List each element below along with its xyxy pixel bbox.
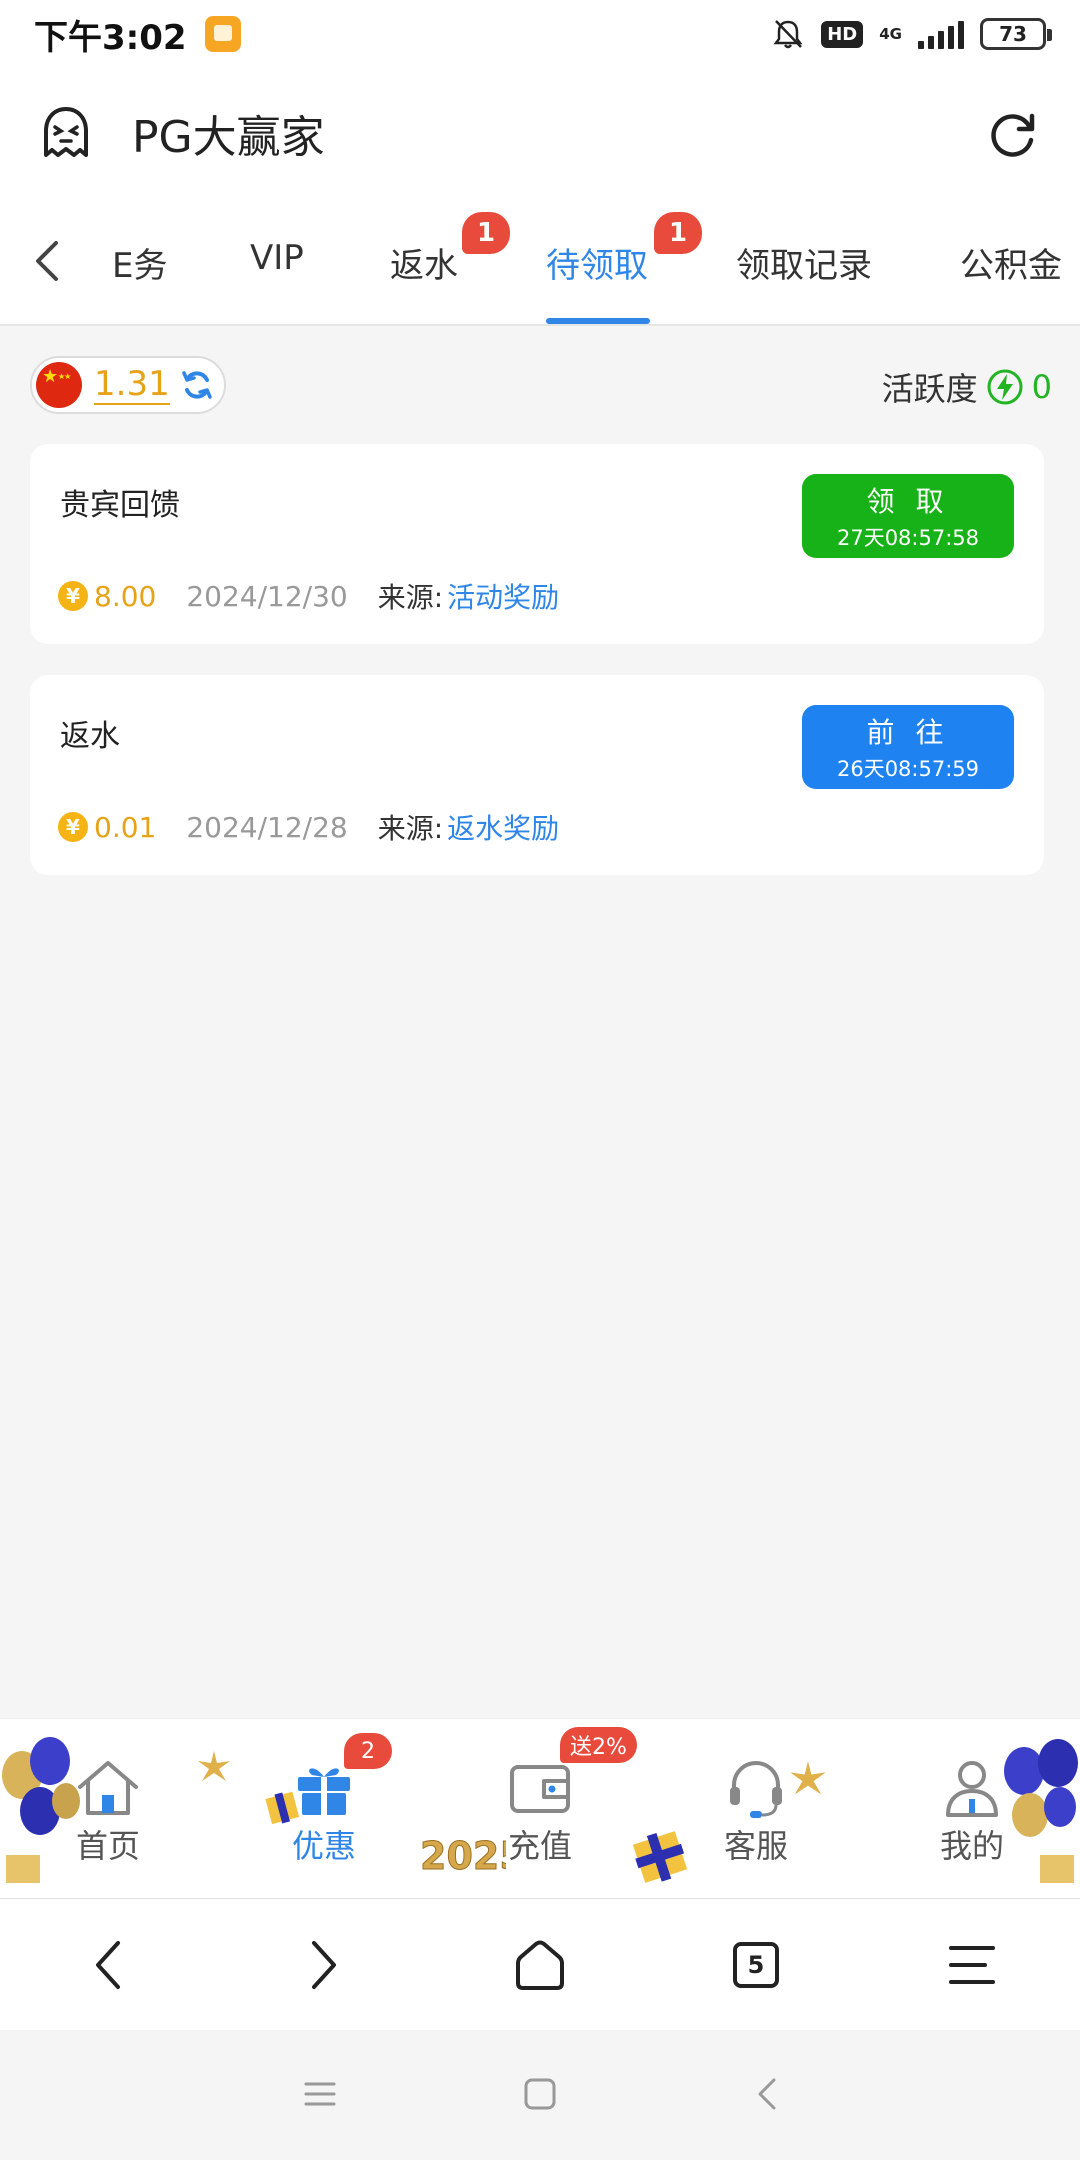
- user-icon: [946, 1761, 998, 1817]
- nav-promotions-badge: 2: [344, 1733, 392, 1769]
- bolt-icon: [987, 369, 1023, 405]
- home-outline-icon: [516, 1940, 564, 1990]
- reward-date: 2024/12/30: [186, 579, 348, 613]
- reward-source-link[interactable]: 返水奖励: [447, 807, 559, 847]
- reward-meta: ¥ 8.00 2024/12/30 来源: 活动奖励: [58, 576, 559, 616]
- browser-menu-button[interactable]: [942, 1935, 1002, 1995]
- activity-label: 活跃度: [881, 370, 978, 408]
- screen: 下午3:02 HD 4G 73 PG大赢家 E务 VIP 返水 1 待领取 1 …: [0, 0, 1080, 2160]
- status-right: HD 4G 73: [771, 17, 1052, 51]
- reward-source-label: 来源:: [377, 581, 444, 614]
- notification-app-icon: [204, 16, 241, 52]
- balance-pill[interactable]: 1.31: [30, 356, 226, 414]
- home-icon: [78, 1761, 138, 1815]
- reward-card: 返水 前 往 26天08:57:59 ¥ 0.01 2024/12/28 来源:…: [30, 675, 1044, 875]
- headset-icon: [730, 1761, 782, 1818]
- reward-card: 贵宾回馈 领 取 27天08:57:58 ¥ 8.00 2024/12/30 来…: [30, 444, 1044, 644]
- claim-button[interactable]: 领 取 27天08:57:58: [802, 474, 1014, 558]
- goto-countdown: 26天08:57:59: [836, 757, 980, 781]
- reward-date: 2024/12/28: [186, 810, 348, 844]
- nav-promotions[interactable]: 优惠: [264, 1755, 384, 1867]
- nav-recharge-label: 充值: [507, 1827, 572, 1865]
- browser-toolbar: 5: [0, 1898, 1080, 2030]
- browser-back-button[interactable]: [78, 1935, 138, 1995]
- reward-title: 返水: [60, 719, 120, 754]
- reward-source-label: 来源:: [377, 812, 444, 845]
- reward-amount: 8.00: [94, 579, 157, 613]
- tab-provident-fund[interactable]: 公积金: [960, 238, 1062, 287]
- reward-meta: ¥ 0.01 2024/12/28 来源: 返水奖励: [58, 807, 559, 847]
- tabs-count: 5: [733, 1942, 779, 1988]
- tab-pending-badge: 1: [654, 212, 702, 254]
- chevron-left-icon[interactable]: [30, 238, 64, 284]
- tab-claim-history[interactable]: 领取记录: [736, 238, 872, 287]
- nav-profile-label: 我的: [939, 1827, 1004, 1865]
- claim-countdown: 27天08:57:58: [836, 526, 980, 550]
- app-header: PG大赢家: [0, 68, 1080, 198]
- reward-source-link[interactable]: 活动奖励: [447, 576, 559, 616]
- nav-home-label: 首页: [75, 1827, 140, 1865]
- signal-icon: [918, 19, 964, 49]
- nav-support[interactable]: 客服: [696, 1755, 816, 1867]
- coin-icon: ¥: [58, 581, 88, 611]
- menu-icon: [949, 1946, 995, 1984]
- chevron-right-icon: [312, 1941, 336, 1989]
- nav-home[interactable]: 首页: [48, 1755, 168, 1867]
- nav-recharge-badge: 送2%: [560, 1727, 637, 1763]
- battery-icon: 73: [980, 18, 1052, 50]
- chevron-left-icon: [96, 1941, 120, 1989]
- coin-icon: ¥: [58, 812, 88, 842]
- ghost-icon[interactable]: [36, 103, 96, 163]
- balance-value: 1.31: [94, 364, 170, 405]
- nav-recharge[interactable]: 充值: [480, 1755, 600, 1867]
- system-home-icon[interactable]: [520, 2074, 560, 2114]
- tab-tasks[interactable]: E务: [112, 238, 167, 287]
- recent-apps-icon[interactable]: [300, 2074, 340, 2114]
- activity-score: 活跃度 0: [882, 364, 1052, 410]
- tab-active-indicator: [546, 318, 650, 324]
- status-left: 下午3:02: [34, 10, 241, 59]
- nav-profile[interactable]: 我的: [912, 1755, 1032, 1867]
- page-title: PG大赢家: [132, 112, 325, 163]
- system-navigation-bar: [0, 2030, 1080, 2160]
- tab-pending[interactable]: 待领取: [546, 238, 648, 287]
- tab-vip[interactable]: VIP: [250, 238, 304, 278]
- battery-level: 73: [999, 22, 1027, 46]
- refresh-icon[interactable]: [986, 108, 1040, 162]
- status-time: 下午3:02: [34, 17, 187, 58]
- status-bar: 下午3:02 HD 4G 73: [0, 0, 1080, 68]
- bell-muted-icon: [773, 20, 803, 49]
- star-decoration: [198, 1751, 230, 1781]
- gift-box-decoration: [632, 1831, 688, 1883]
- browser-tabs-button[interactable]: 5: [726, 1935, 786, 1995]
- nav-promotions-label: 优惠: [291, 1827, 356, 1865]
- tab-rebate-badge: 1: [462, 212, 510, 254]
- wallet-icon: [510, 1765, 570, 1813]
- tab-bar: E务 VIP 返水 1 待领取 1 领取记录 公积金: [0, 198, 1080, 326]
- claim-button-label: 领 取: [866, 485, 950, 518]
- system-back-icon[interactable]: [748, 2074, 788, 2114]
- reward-amount: 0.01: [94, 810, 157, 844]
- hd-badge: HD: [821, 20, 864, 48]
- china-flag-icon: [36, 362, 82, 408]
- goto-button[interactable]: 前 往 26天08:57:59: [802, 705, 1014, 789]
- activity-value: 0: [1031, 368, 1052, 406]
- tab-rebate[interactable]: 返水: [390, 238, 458, 287]
- reward-title: 贵宾回馈: [60, 488, 180, 523]
- network-type: 4G: [879, 24, 902, 43]
- bottom-nav: 2025 首页: [0, 1718, 1080, 1898]
- browser-home-button[interactable]: [510, 1935, 570, 1995]
- balance-refresh-icon[interactable]: [180, 368, 214, 402]
- nav-support-label: 客服: [723, 1827, 788, 1865]
- goto-button-label: 前 往: [866, 716, 950, 749]
- browser-forward-button[interactable]: [294, 1935, 354, 1995]
